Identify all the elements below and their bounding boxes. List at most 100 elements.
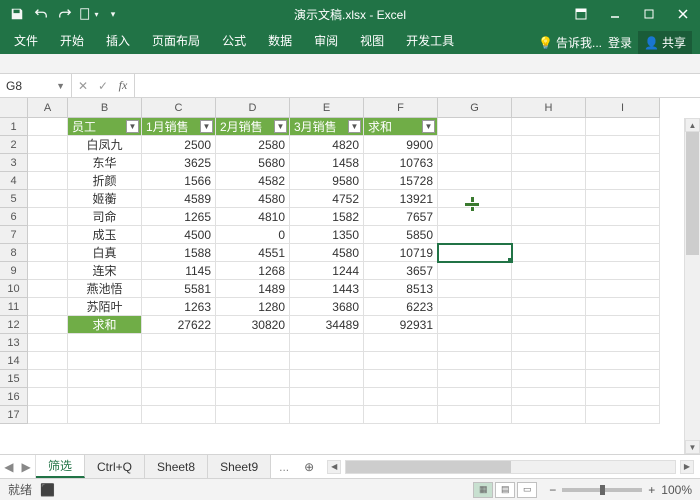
col-header-F[interactable]: F — [364, 98, 438, 118]
sheet-tab-3[interactable]: Sheet9 — [208, 455, 271, 478]
row-header-12[interactable]: 12 — [0, 316, 28, 334]
cell-D8[interactable]: 4551 — [216, 244, 290, 262]
zoom-in[interactable]: + — [648, 483, 655, 497]
cell-D14[interactable] — [216, 352, 290, 370]
cell-E7[interactable]: 1350 — [290, 226, 364, 244]
cell-G15[interactable] — [438, 370, 512, 388]
cell-I12[interactable] — [586, 316, 660, 334]
cell-G12[interactable] — [438, 316, 512, 334]
cell-C9[interactable]: 1145 — [142, 262, 216, 280]
cell-C13[interactable] — [142, 334, 216, 352]
cell-I13[interactable] — [586, 334, 660, 352]
cell-D16[interactable] — [216, 388, 290, 406]
cell-A13[interactable] — [28, 334, 68, 352]
cell-I17[interactable] — [586, 406, 660, 424]
cell-A17[interactable] — [28, 406, 68, 424]
cell-A6[interactable] — [28, 208, 68, 226]
cell-I14[interactable] — [586, 352, 660, 370]
row-header-9[interactable]: 9 — [0, 262, 28, 280]
col-header-G[interactable]: G — [438, 98, 512, 118]
cell-A14[interactable] — [28, 352, 68, 370]
filter-dropdown-C[interactable]: ▼ — [200, 120, 213, 133]
qat-redo[interactable] — [54, 3, 76, 25]
cell-B2[interactable]: 白凤九 — [68, 136, 142, 154]
cell-A11[interactable] — [28, 298, 68, 316]
cell-D13[interactable] — [216, 334, 290, 352]
cell-H14[interactable] — [512, 352, 586, 370]
cell-I1[interactable] — [586, 118, 660, 136]
ribbon-tab-3[interactable]: 页面布局 — [142, 27, 210, 54]
col-header-E[interactable]: E — [290, 98, 364, 118]
cell-D1[interactable]: 2月销售▼ — [216, 118, 290, 136]
cell-C17[interactable] — [142, 406, 216, 424]
cell-C6[interactable]: 1265 — [142, 208, 216, 226]
col-header-H[interactable]: H — [512, 98, 586, 118]
cell-G11[interactable] — [438, 298, 512, 316]
cell-F9[interactable]: 3657 — [364, 262, 438, 280]
cell-A8[interactable] — [28, 244, 68, 262]
ribbon-tab-1[interactable]: 开始 — [50, 27, 94, 54]
cell-I6[interactable] — [586, 208, 660, 226]
cell-C14[interactable] — [142, 352, 216, 370]
cell-I3[interactable] — [586, 154, 660, 172]
ribbon-tab-0[interactable]: 文件 — [4, 27, 48, 54]
cell-D5[interactable]: 4580 — [216, 190, 290, 208]
cell-E8[interactable]: 4580 — [290, 244, 364, 262]
cell-G1[interactable] — [438, 118, 512, 136]
qat-save[interactable] — [6, 3, 28, 25]
cell-B9[interactable]: 连宋 — [68, 262, 142, 280]
cell-B1[interactable]: 员工▼ — [68, 118, 142, 136]
sheet-tab-0[interactable]: 筛选 — [36, 455, 85, 478]
row-header-1[interactable]: 1 — [0, 118, 28, 136]
cell-H4[interactable] — [512, 172, 586, 190]
cell-B14[interactable] — [68, 352, 142, 370]
cell-I5[interactable] — [586, 190, 660, 208]
cell-G5[interactable] — [438, 190, 512, 208]
cell-G8[interactable] — [438, 244, 512, 262]
sheet-tab-2[interactable]: Sheet8 — [145, 455, 208, 478]
cell-C11[interactable]: 1263 — [142, 298, 216, 316]
ribbon-tab-4[interactable]: 公式 — [212, 27, 256, 54]
row-header-8[interactable]: 8 — [0, 244, 28, 262]
cell-E11[interactable]: 3680 — [290, 298, 364, 316]
row-header-13[interactable]: 13 — [0, 334, 28, 352]
cell-A9[interactable] — [28, 262, 68, 280]
cell-D2[interactable]: 2580 — [216, 136, 290, 154]
cell-D7[interactable]: 0 — [216, 226, 290, 244]
qat-customize[interactable]: ▾ — [102, 3, 124, 25]
cell-F15[interactable] — [364, 370, 438, 388]
tell-me[interactable]: 💡告诉我... — [538, 34, 602, 51]
row-header-10[interactable]: 10 — [0, 280, 28, 298]
row-header-11[interactable]: 11 — [0, 298, 28, 316]
cell-B6[interactable]: 司命 — [68, 208, 142, 226]
minimize-button[interactable] — [598, 0, 632, 28]
col-header-A[interactable]: A — [28, 98, 68, 118]
cell-B12[interactable]: 求和 — [68, 316, 142, 334]
cell-I8[interactable] — [586, 244, 660, 262]
cell-F8[interactable]: 10719 — [364, 244, 438, 262]
col-header-C[interactable]: C — [142, 98, 216, 118]
cell-I16[interactable] — [586, 388, 660, 406]
macro-record-icon[interactable]: ⬛ — [40, 483, 55, 497]
cell-D11[interactable]: 1280 — [216, 298, 290, 316]
sheet-tab-1[interactable]: Ctrl+Q — [85, 455, 145, 478]
formula-cancel[interactable]: ✕ — [76, 79, 90, 93]
cell-D3[interactable]: 5680 — [216, 154, 290, 172]
cell-A1[interactable] — [28, 118, 68, 136]
cell-F7[interactable]: 5850 — [364, 226, 438, 244]
cell-D12[interactable]: 30820 — [216, 316, 290, 334]
cell-C3[interactable]: 3625 — [142, 154, 216, 172]
cell-E1[interactable]: 3月销售▼ — [290, 118, 364, 136]
cell-A4[interactable] — [28, 172, 68, 190]
cell-C12[interactable]: 27622 — [142, 316, 216, 334]
cell-C4[interactable]: 1566 — [142, 172, 216, 190]
cell-E9[interactable]: 1244 — [290, 262, 364, 280]
cell-G17[interactable] — [438, 406, 512, 424]
cell-F10[interactable]: 8513 — [364, 280, 438, 298]
cell-F14[interactable] — [364, 352, 438, 370]
cell-E15[interactable] — [290, 370, 364, 388]
col-header-I[interactable]: I — [586, 98, 660, 118]
cell-H1[interactable] — [512, 118, 586, 136]
cell-I11[interactable] — [586, 298, 660, 316]
cell-G3[interactable] — [438, 154, 512, 172]
